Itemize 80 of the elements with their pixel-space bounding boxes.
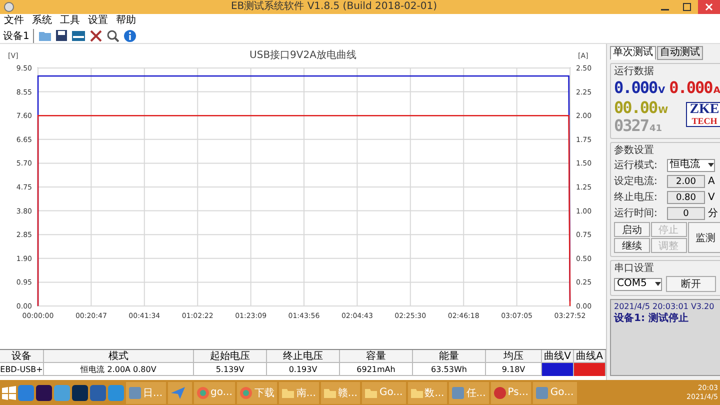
input-field[interactable]: 0: [667, 206, 705, 220]
menu-item[interactable]: 文件: [4, 15, 24, 27]
window-title: EB测试系统软件 V1.8.5 (Build 2018-02-01): [230, 0, 438, 14]
table-cell: 5.139V: [194, 363, 267, 376]
app-icon[interactable]: [36, 384, 52, 400]
column-header: 设备: [0, 350, 44, 363]
browser-icon: [240, 386, 252, 398]
table-cell: 63.53Wh: [413, 363, 486, 376]
save-icon[interactable]: [56, 30, 68, 41]
port-select[interactable]: COM5: [614, 278, 662, 290]
start-icon[interactable]: [2, 386, 16, 400]
disconnect-button[interactable]: 断开: [666, 276, 716, 292]
caret-icon: [655, 282, 661, 286]
field-label: 运行模式:: [614, 158, 658, 172]
folder-icon: [282, 388, 294, 398]
time-reading: 0327: [614, 117, 649, 135]
status-text: 设备1: 测试停止: [614, 312, 690, 325]
column-header: 均压: [486, 350, 542, 363]
caret-icon: [708, 163, 714, 167]
folder-icon: [365, 388, 378, 398]
app-icon: [536, 386, 548, 398]
unit-label: V: [658, 86, 666, 96]
close-button[interactable]: [698, 0, 720, 14]
field-label: 运行时间:: [614, 206, 658, 220]
folder-icon: [324, 388, 336, 398]
app-icon: [129, 386, 141, 398]
unit-label: V: [708, 192, 715, 202]
monitor-button[interactable]: 监测: [688, 222, 720, 253]
menu-item[interactable]: 设置: [88, 15, 108, 27]
close-icon: [705, 3, 713, 11]
app-icon: [452, 386, 464, 398]
folder-icon: [410, 388, 423, 398]
monitor-icon[interactable]: [72, 30, 86, 40]
open-icon[interactable]: [39, 30, 52, 41]
table-cell: 恒电流 2.00A 0.80V: [44, 363, 194, 376]
group-title: 运行数据: [614, 66, 655, 77]
browser-icon: [196, 386, 209, 398]
group-title: 参数设置: [614, 145, 655, 156]
device-label: 设备1: [3, 28, 34, 42]
menu-item[interactable]: 工具: [60, 15, 80, 27]
current-reading: 0.000: [669, 79, 712, 97]
voltage-reading: 0.000: [614, 79, 658, 97]
input-field[interactable]: 2.00: [667, 174, 705, 188]
control-button[interactable]: 启动: [614, 222, 650, 237]
unit-label: A: [713, 86, 720, 96]
bird-icon: [170, 386, 185, 398]
unit-label: A: [708, 176, 715, 186]
maximize-icon: [683, 3, 691, 11]
app-icon: [494, 386, 506, 398]
tab[interactable]: 自动测试: [657, 46, 703, 60]
column-header: 容量: [340, 350, 413, 363]
table-cell: EBD-USB+: [0, 363, 44, 376]
column-header: 终止电压: [267, 350, 340, 363]
status-text: 2021/4/5 20:03:01 V3.20: [614, 302, 716, 311]
menu-item[interactable]: 帮助: [116, 15, 136, 27]
power-reading: 00.00: [614, 99, 658, 117]
table-cell: 0.193V: [267, 363, 340, 376]
input-field[interactable]: 0.80: [667, 190, 705, 204]
chart-title: USB接口9V2A放电曲线: [250, 50, 356, 61]
field-label: 终止电压:: [614, 190, 658, 204]
field-label: 设定电流:: [614, 174, 658, 188]
mode-select[interactable]: 恒电流: [667, 158, 715, 172]
app-icon[interactable]: [72, 384, 88, 400]
menu-item[interactable]: 系统: [32, 15, 52, 27]
logo: ZKE TECH: [686, 102, 720, 127]
column-header: 模式: [44, 350, 194, 363]
column-header: 曲线A: [574, 350, 606, 363]
column-header: 曲线V: [542, 350, 574, 363]
control-button[interactable]: 继续: [614, 238, 650, 253]
group-title: 串口设置: [614, 263, 655, 274]
column-header: 能量: [413, 350, 486, 363]
tab[interactable]: 单次测试: [610, 46, 656, 60]
unit-label: 分: [708, 207, 718, 220]
app-icon: [4, 2, 14, 12]
table-cell: 6921mAh: [340, 363, 413, 376]
search-icon[interactable]: [107, 30, 120, 42]
column-header: 起始电压: [194, 350, 267, 363]
unit-label: W: [658, 106, 668, 116]
seconds-reading: 41: [650, 124, 662, 134]
info-icon[interactable]: [124, 30, 136, 42]
